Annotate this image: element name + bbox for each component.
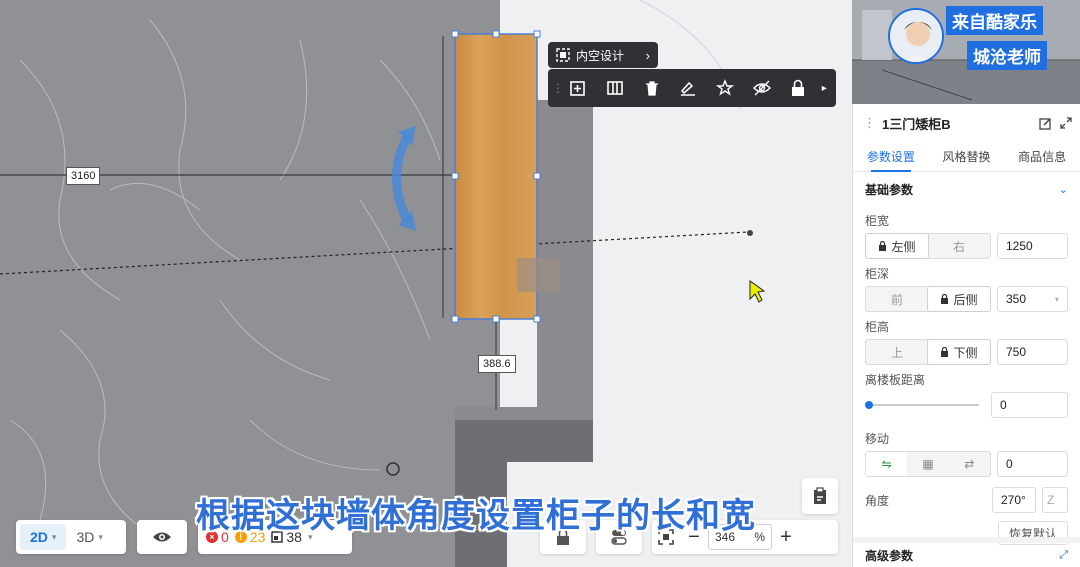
move-x-option[interactable]: ⇋ xyxy=(866,452,908,476)
advanced-params-header[interactable]: 高级参数 ⤢ xyxy=(853,537,1080,567)
zoom-in-button[interactable]: + xyxy=(772,520,800,554)
slider-knob[interactable] xyxy=(865,401,873,409)
watermark-line2: 城沧老师 xyxy=(967,41,1047,70)
split-icon[interactable] xyxy=(597,69,634,107)
visibility-button[interactable] xyxy=(137,520,187,554)
floor-distance-input[interactable]: 0 xyxy=(991,392,1068,418)
object-toolbar: ⋮ ▸ xyxy=(548,69,836,107)
floor-distance-slider[interactable] xyxy=(865,401,979,409)
anchor-back-option[interactable]: 后侧 xyxy=(927,286,991,312)
height-label: 柜高 xyxy=(865,320,890,334)
avatar xyxy=(888,8,944,64)
chevron-down-icon: ⌄ xyxy=(1058,183,1068,196)
caret-down-icon: ▾ xyxy=(51,531,57,542)
chevron-right-icon: › xyxy=(645,47,650,63)
lock-icon xyxy=(941,347,949,357)
watermark: 来自酷家乐 城沧老师 xyxy=(946,6,1047,70)
view-mode-switch: 2D ▾ 3D ▾ xyxy=(16,520,126,554)
basic-params-header[interactable]: 基础参数 ⌄ xyxy=(853,172,1080,206)
frame-icon xyxy=(556,48,570,62)
depth-input[interactable]: 350 ▾ xyxy=(997,286,1068,312)
tab-style[interactable]: 风格替换 xyxy=(929,142,1005,171)
move-z-option[interactable]: ⇄ xyxy=(949,452,990,476)
dropdown-arrow-icon[interactable]: ▾ xyxy=(1055,295,1059,304)
delete-icon[interactable] xyxy=(633,69,670,107)
add-cabinet-icon[interactable] xyxy=(560,69,597,107)
move-input[interactable]: 0 xyxy=(997,451,1068,477)
watermark-line1: 来自酷家乐 xyxy=(946,6,1043,35)
anchor-right-option[interactable]: 右 xyxy=(928,234,990,258)
interior-design-button[interactable]: 内空设计 › xyxy=(548,42,658,68)
drag-handle-icon[interactable]: ⋮ xyxy=(552,81,564,95)
lock-icon[interactable] xyxy=(780,69,817,107)
anchor-front-option[interactable]: 前 xyxy=(866,287,928,311)
angle-axis-select[interactable]: Z xyxy=(1042,487,1068,513)
hide-icon[interactable] xyxy=(743,69,780,107)
panel-title: 1三门矮柜B xyxy=(882,116,951,132)
move-axis-segment: ⇋ ▦ ⇄ xyxy=(865,451,991,477)
more-arrow-icon[interactable]: ▸ xyxy=(817,83,832,94)
properties-panel: ⋮ 1三门矮柜B 参数设置 风格替换 商品信息 基础参数 ⌄ 柜宽 左侧 右 1… xyxy=(852,104,1080,567)
drag-handle-icon[interactable]: ⋮ xyxy=(863,115,876,131)
design-canvas[interactable]: 3160 388.6 内空设计 › ⋮ ▸ 2D ▾ 3D ▾ × 0 ! 23 38 … xyxy=(0,0,852,567)
clipboard-button[interactable] xyxy=(802,478,838,514)
view-2d-option[interactable]: 2D ▾ xyxy=(20,524,67,550)
brush-icon[interactable] xyxy=(670,69,707,107)
height-anchor-segment: 上 下侧 xyxy=(865,339,991,365)
video-subtitle: 根据这块墙体角度设置柜子的长和宽 xyxy=(196,497,756,535)
star-icon[interactable] xyxy=(707,69,744,107)
width-dimension-label: 3160 xyxy=(66,167,101,185)
anchor-bottom-option[interactable]: 下侧 xyxy=(927,339,991,365)
tab-params[interactable]: 参数设置 xyxy=(853,142,929,172)
move-y-option[interactable]: ▦ xyxy=(907,452,948,476)
expand-icon[interactable] xyxy=(1060,116,1072,129)
edit-icon[interactable] xyxy=(1039,117,1052,130)
floor-distance-label: 离楼板距离 xyxy=(865,373,926,387)
interior-design-label: 内空设计 xyxy=(576,48,625,63)
view-3d-option[interactable]: 3D ▾ xyxy=(66,524,112,550)
move-label: 移动 xyxy=(865,432,890,446)
panel-tabs: 参数设置 风格替换 商品信息 xyxy=(853,142,1080,172)
tab-product[interactable]: 商品信息 xyxy=(1004,142,1080,171)
angle-input[interactable]: 270° xyxy=(992,487,1036,513)
width-label: 柜宽 xyxy=(865,214,890,228)
depth-anchor-segment: 前 后侧 xyxy=(865,286,991,312)
expand-icon: ⤢ xyxy=(1059,548,1068,561)
caret-down-icon: ▾ xyxy=(98,531,103,542)
clipboard-icon xyxy=(814,487,826,504)
panel-header: ⋮ 1三门矮柜B xyxy=(853,104,1080,142)
depth-label: 柜深 xyxy=(865,267,890,281)
lock-icon xyxy=(879,241,887,251)
lock-icon xyxy=(941,294,949,304)
anchor-left-option[interactable]: 左侧 xyxy=(865,233,929,259)
angle-label: 角度 xyxy=(865,493,890,508)
width-input[interactable]: 1250 xyxy=(997,233,1068,259)
width-anchor-segment: 左侧 右 xyxy=(865,233,991,259)
height-input[interactable]: 750 xyxy=(997,339,1068,365)
depth-dimension-label: 388.6 xyxy=(478,355,516,373)
eye-icon xyxy=(153,532,171,542)
anchor-top-option[interactable]: 上 xyxy=(866,340,928,364)
